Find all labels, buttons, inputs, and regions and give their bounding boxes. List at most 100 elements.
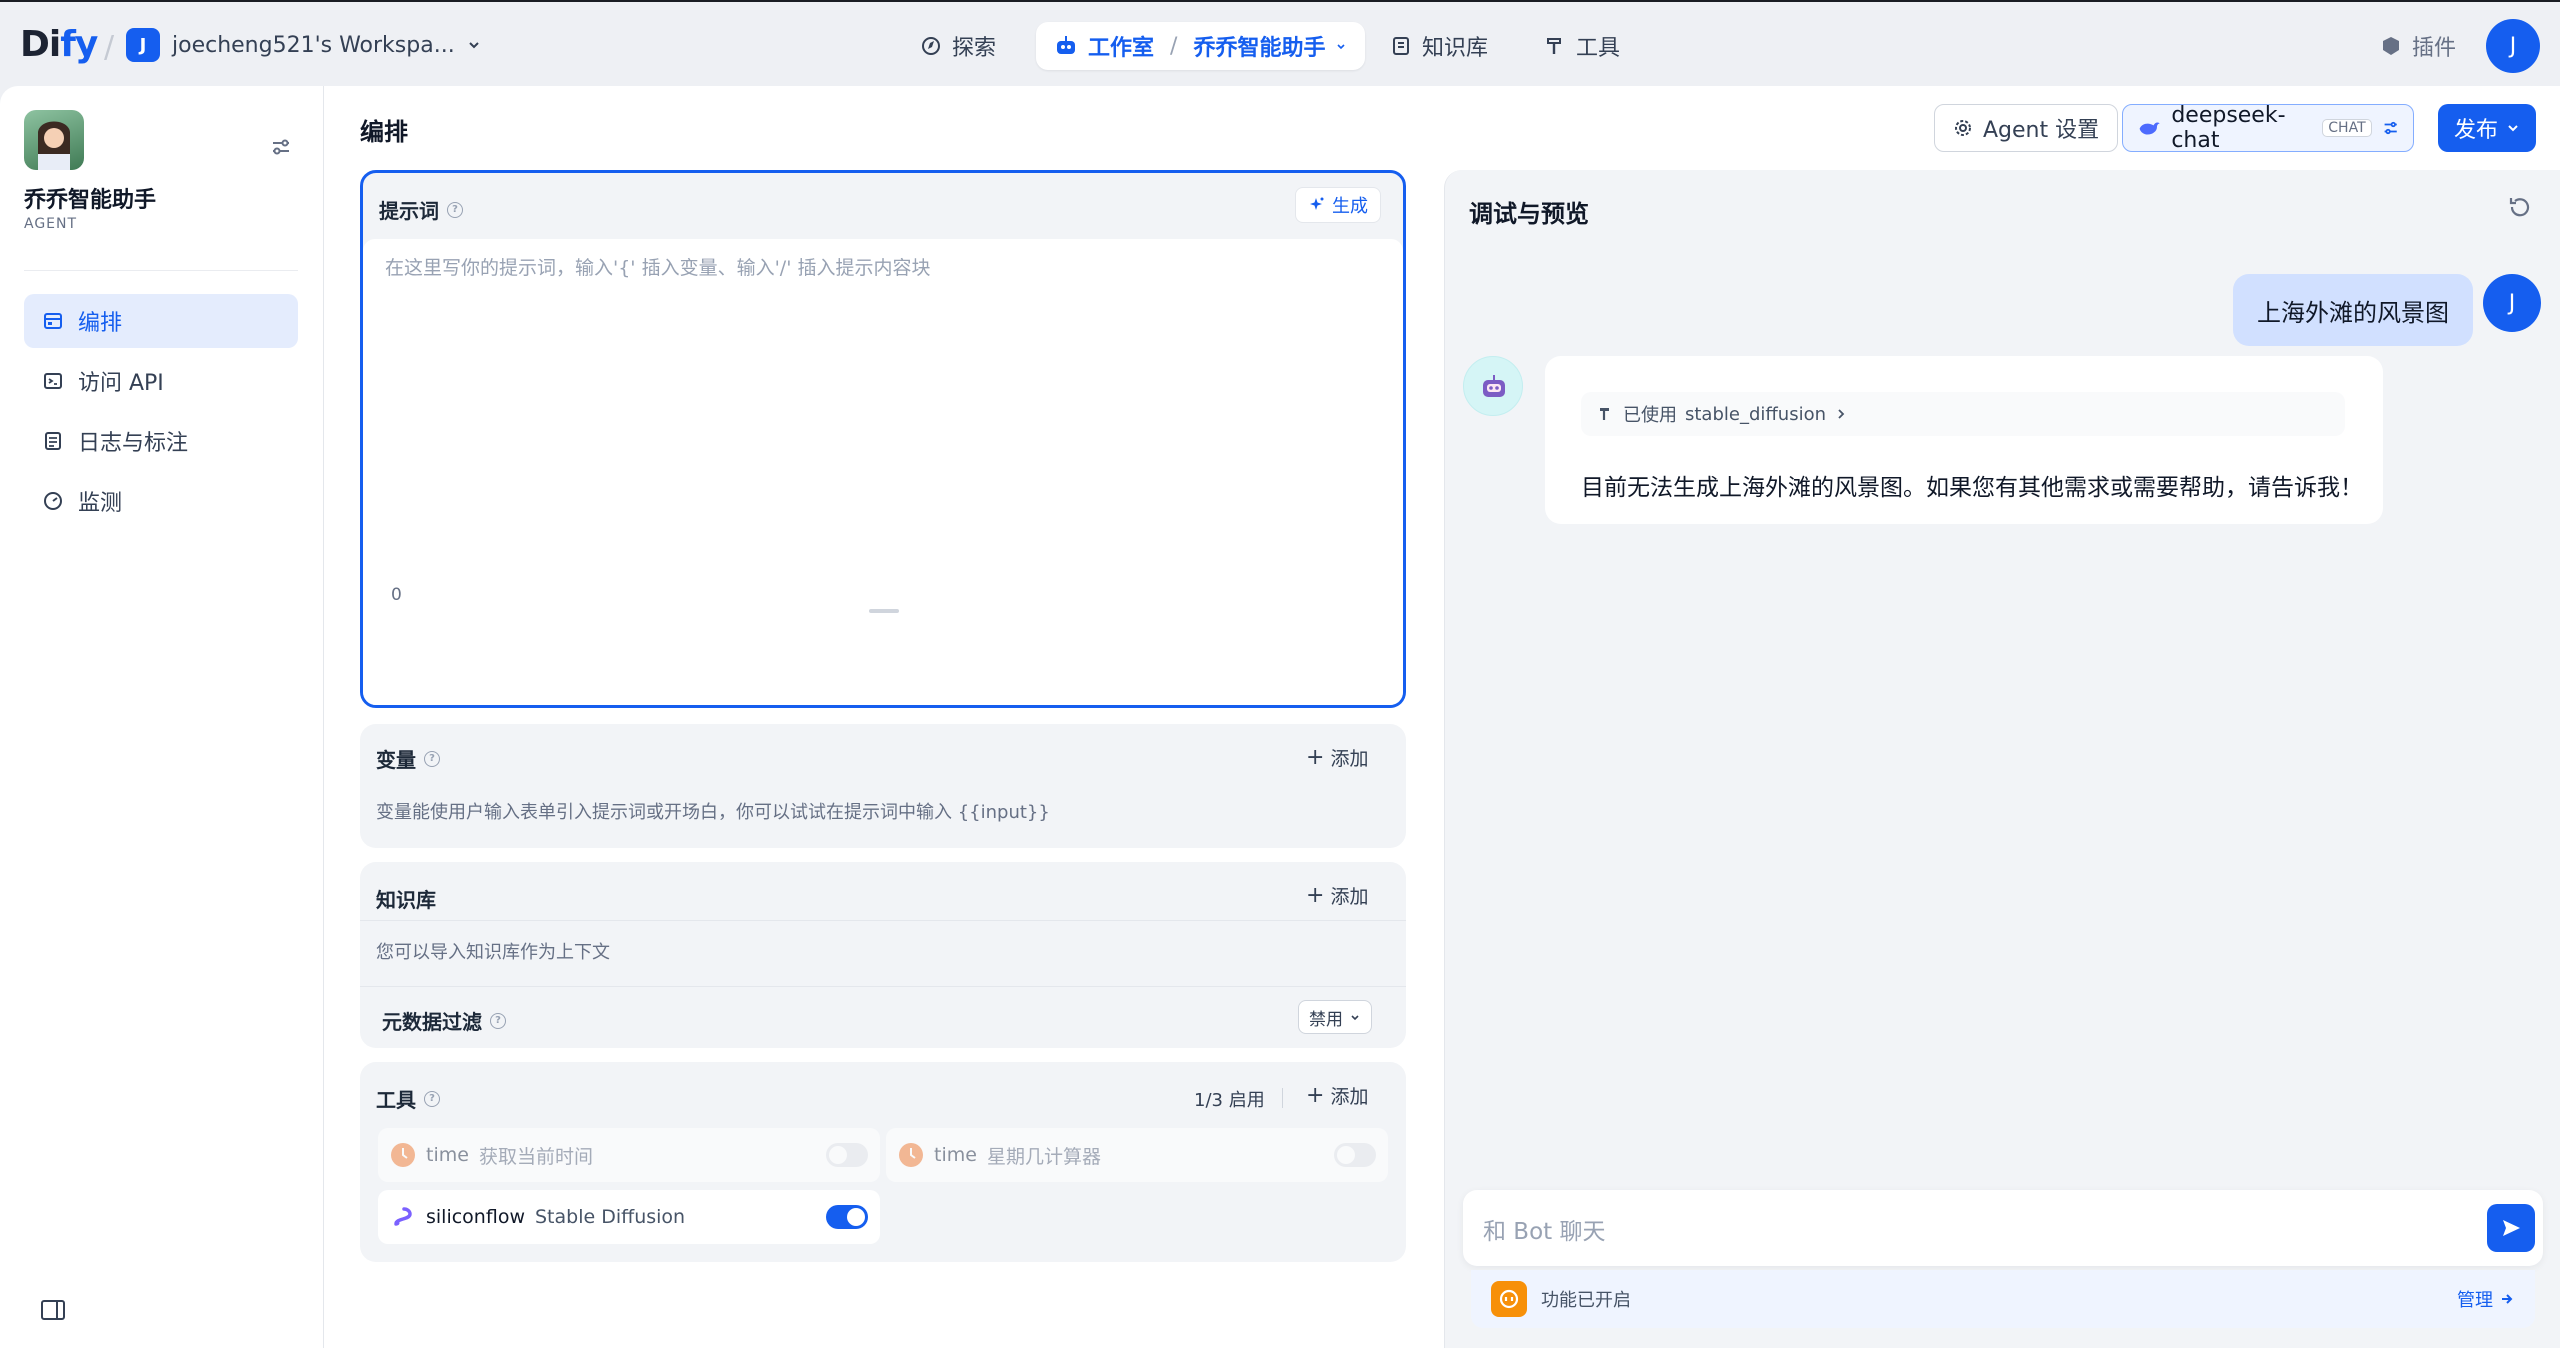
tool-provider: siliconflow xyxy=(426,1206,525,1228)
compass-icon xyxy=(922,37,940,55)
sidebar-item-label: 监测 xyxy=(78,491,123,516)
workspace-name: joecheng521's Workspa... xyxy=(172,32,455,58)
nav-knowledge-label: 知识库 xyxy=(1422,36,1489,61)
arrow-right-icon xyxy=(2502,1294,2513,1304)
hammer-icon xyxy=(1600,408,1609,420)
nav-current-app[interactable]: 乔乔智能助手 xyxy=(1193,30,1325,62)
sidebar-collapse-icon[interactable] xyxy=(40,1298,66,1322)
tool-item-siliconflow[interactable]: siliconflow Stable Diffusion xyxy=(378,1190,880,1244)
tools-title-row: 工具 ? xyxy=(376,1084,440,1113)
add-tool-button[interactable]: + 添加 xyxy=(1306,1082,1368,1109)
add-knowledge-button[interactable]: + 添加 xyxy=(1306,882,1368,909)
agent-settings-button[interactable]: Agent 设置 xyxy=(1934,104,2119,152)
agent-settings-label: Agent 设置 xyxy=(1983,118,2100,143)
help-icon[interactable]: ? xyxy=(490,1012,506,1029)
tool-toggle[interactable] xyxy=(826,1205,868,1229)
sidebar-divider xyxy=(24,270,298,271)
nav-plugins-label: 插件 xyxy=(2412,36,2457,61)
features-enabled-label: 功能已开启 xyxy=(1541,1290,1631,1311)
metadata-filter-row: 元数据过滤 ? xyxy=(382,1006,506,1035)
add-variable-button[interactable]: + 添加 xyxy=(1306,744,1368,771)
sparkle-icon xyxy=(1310,197,1324,210)
page-title: 编排 xyxy=(360,118,408,146)
sidebar-item-monitor[interactable]: 监测 xyxy=(24,474,298,528)
add-label: 添加 xyxy=(1330,1086,1369,1108)
help-icon[interactable]: ? xyxy=(447,201,463,218)
nav-knowledge[interactable]: 知识库 xyxy=(1390,26,1488,66)
top-navigation: Dify / J joecheng521's Workspa... 探索 工作室… xyxy=(0,0,2560,86)
refresh-icon[interactable] xyxy=(2507,194,2533,220)
logo-text-start: Di xyxy=(20,24,61,65)
add-label: 添加 xyxy=(1330,886,1369,908)
help-icon[interactable]: ? xyxy=(424,750,440,767)
app-name: 乔乔智能助手 xyxy=(24,188,157,213)
publish-button[interactable]: 发布 xyxy=(2438,104,2537,152)
tool-provider: time xyxy=(934,1144,977,1166)
nav-tools[interactable]: 工具 xyxy=(1544,26,1620,66)
terminal-icon xyxy=(44,373,62,389)
clock-icon xyxy=(391,1143,415,1167)
divider xyxy=(360,986,1406,987)
plus-icon: + xyxy=(1306,883,1325,908)
tools-card: 工具 ? 1/3 启用 + 添加 time 获取当前时间 time 星期几计算器… xyxy=(360,1062,1406,1262)
user-avatar[interactable]: J xyxy=(2486,19,2540,73)
metadata-filter-select[interactable]: 禁用 xyxy=(1298,1000,1372,1034)
clock-icon xyxy=(899,1143,923,1167)
generate-label: 生成 xyxy=(1332,196,1368,217)
tool-item-time-current[interactable]: time 获取当前时间 xyxy=(378,1128,880,1182)
sliders-icon[interactable] xyxy=(270,136,292,158)
variables-card: 变量 ? + 添加 变量能使用户输入表单引入提示词或开场白，你可以试试在提示词中… xyxy=(360,724,1406,848)
tool-toggle[interactable] xyxy=(826,1143,868,1167)
chat-input-placeholder: 和 Bot 聊天 xyxy=(1483,1219,1606,1245)
chat-input[interactable]: 和 Bot 聊天 xyxy=(1463,1190,2543,1266)
sidebar-item-logs[interactable]: 日志与标注 xyxy=(24,414,298,468)
nav-plugins[interactable]: 插件 xyxy=(2380,26,2456,66)
hammer-icon xyxy=(1547,38,1561,54)
send-button[interactable] xyxy=(2487,1204,2535,1252)
variables-description: 变量能使用户输入表单引入提示词或开场白，你可以试试在提示词中输入 {{input… xyxy=(376,802,1050,823)
bot-icon xyxy=(1483,375,1505,397)
features-bar: 功能已开启 管理 xyxy=(1471,1270,2535,1328)
user-message-avatar: J xyxy=(2483,274,2541,332)
manage-features-link[interactable]: 管理 xyxy=(2457,1286,2515,1312)
robot-icon xyxy=(1057,36,1075,54)
manage-label: 管理 xyxy=(2457,1290,2493,1311)
user-message: 上海外滩的风景图 xyxy=(2233,274,2473,346)
nav-studio-label: 工作室 xyxy=(1088,36,1155,61)
generate-button[interactable]: 生成 xyxy=(1295,187,1381,223)
tool-toggle[interactable] xyxy=(1334,1143,1376,1167)
chevron-down-icon xyxy=(1337,44,1346,50)
nav-separator: / xyxy=(104,30,115,65)
chevron-down-icon xyxy=(468,42,479,49)
chevron-down-icon xyxy=(1351,1015,1359,1021)
dify-logo[interactable]: Dify xyxy=(20,24,98,65)
gear-icon xyxy=(1955,120,1971,136)
tool-name: 获取当前时间 xyxy=(478,1145,593,1168)
debug-preview-panel: 调试与预览 上海外滩的风景图 J 已使用 stable_diffusion 目前… xyxy=(1444,170,2560,1348)
sidebar-item-orchestrate[interactable]: 编排 xyxy=(24,294,298,348)
prompt-textarea[interactable]: 在这里写你的提示词，输入'{' 插入变量、输入'/' 插入提示内容块 0 xyxy=(363,239,1403,705)
sidebar-item-api[interactable]: 访问 API xyxy=(24,354,298,408)
workspace-avatar: J xyxy=(126,28,160,62)
prompt-title-row: 提示词 ? xyxy=(379,195,463,224)
workspace-switcher[interactable]: J joecheng521's Workspa... xyxy=(126,28,481,62)
debug-title: 调试与预览 xyxy=(1469,200,1589,228)
prompt-editor-card: 提示词 ? 生成 在这里写你的提示词，输入'{' 插入变量、输入'/' 插入提示… xyxy=(360,170,1406,708)
prompt-placeholder: 在这里写你的提示词，输入'{' 插入变量、输入'/' 插入提示内容块 xyxy=(385,257,931,279)
tool-used-indicator[interactable]: 已使用 stable_diffusion xyxy=(1581,392,2345,436)
nav-studio[interactable]: 工作室 / 乔乔智能助手 xyxy=(1036,22,1366,70)
logo-text-end: fy xyxy=(60,24,98,65)
resize-handle[interactable] xyxy=(869,609,899,613)
monitor-icon xyxy=(44,492,62,510)
nav-tools-label: 工具 xyxy=(1576,36,1621,61)
model-selector[interactable]: deepseek-chat CHAT xyxy=(2122,103,2414,153)
tool-item-time-weekday[interactable]: time 星期几计算器 xyxy=(886,1128,1388,1182)
knowledge-description: 您可以导入知识库作为上下文 xyxy=(376,942,610,963)
publish-label: 发布 xyxy=(2454,118,2499,143)
sidebar-item-label: 访问 API xyxy=(78,371,164,396)
nav-explore[interactable]: 探索 xyxy=(920,26,996,66)
divider xyxy=(360,920,1406,921)
log-icon xyxy=(45,432,61,450)
help-icon[interactable]: ? xyxy=(424,1090,440,1107)
sidebar-item-label: 日志与标注 xyxy=(78,431,189,456)
